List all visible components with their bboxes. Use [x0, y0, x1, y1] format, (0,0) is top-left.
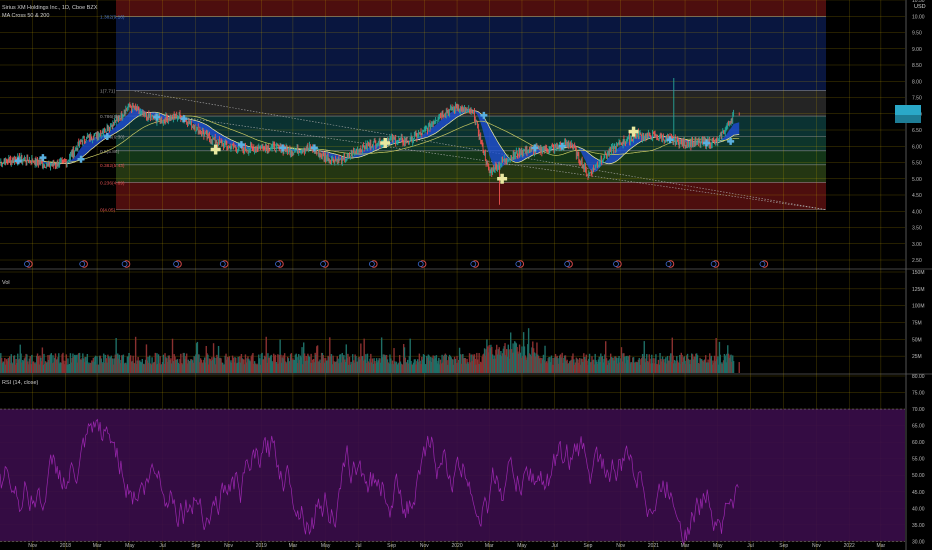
- y-tick-label: 4.50: [912, 193, 922, 199]
- x-tick-label: May: [713, 543, 723, 549]
- currency-label: USD: [914, 4, 926, 10]
- y-tick-label: 5.00: [912, 177, 922, 183]
- x-tick-label: Sep: [779, 543, 788, 549]
- x-tick-label: Nov: [616, 543, 625, 549]
- y-tick-label: 8.50: [912, 63, 922, 69]
- last-price-tag: [895, 105, 921, 115]
- vol-tick-label: 150M: [912, 270, 925, 276]
- vol-tick-label: 125M: [912, 287, 925, 293]
- dividend-marker: [613, 261, 619, 267]
- y-tick-label: 5.50: [912, 161, 922, 167]
- rsi-tick-label: 40.00: [912, 506, 925, 512]
- x-tick-label: Nov: [224, 543, 233, 549]
- fib-zone: [116, 150, 826, 165]
- rsi-tick-label: 30.00: [912, 539, 925, 545]
- vol-tick-label: 75M: [912, 321, 922, 327]
- x-tick-label: May: [125, 543, 135, 549]
- x-tick-label: Sep: [387, 543, 396, 549]
- dividend-marker: [79, 261, 86, 267]
- y-tick-label: 9.50: [912, 31, 922, 37]
- rsi-tick-label: 55.00: [912, 457, 925, 463]
- y-tick-label: 4.00: [912, 209, 922, 215]
- fib-level-label: 0(4.05): [100, 208, 116, 214]
- x-tick-label: May: [517, 543, 527, 549]
- rsi-pane: [0, 408, 905, 545]
- x-tick-label: Nov: [420, 543, 429, 549]
- y-tick-label: 3.50: [912, 226, 922, 232]
- rsi-tick-label: 65.00: [912, 424, 925, 430]
- rsi-tick-label: 45.00: [912, 490, 925, 496]
- fib-zone: [116, 16, 826, 91]
- dividend-marker: [369, 261, 375, 267]
- y-tick-label: 6.50: [912, 128, 922, 134]
- fib-level-label: 1.382(9.16): [100, 15, 125, 21]
- x-tick-label: Sep: [191, 543, 200, 549]
- vol-tick-label: 50M: [912, 337, 922, 343]
- fib-level-label: 0.382(5.43): [100, 163, 125, 169]
- x-tick-label: 2021: [648, 543, 659, 549]
- x-tick-label: Jul: [159, 543, 165, 549]
- x-tick-label: 2018: [60, 543, 71, 549]
- rsi-tick-label: 35.00: [912, 523, 925, 529]
- x-tick-label: Jul: [551, 543, 557, 549]
- x-tick-label: Mar: [877, 543, 886, 549]
- rsi-tick-label: 80.00: [912, 374, 925, 380]
- fib-level-label: 0.236(4.89): [100, 180, 125, 186]
- fib-zone: [116, 0, 826, 17]
- x-tick-label: Sep: [584, 543, 593, 549]
- symbol-title: Sirius XM Holdings Inc., 1D, Cboe BZX: [2, 5, 98, 11]
- x-tick-label: Mar: [681, 543, 690, 549]
- dividend-marker: [121, 261, 128, 267]
- x-tick-label: 2019: [256, 543, 267, 549]
- vol-tick-label: 100M: [912, 304, 925, 310]
- y-tick-label: 9.00: [912, 47, 922, 53]
- rsi-band: [0, 409, 905, 542]
- dividend-marker: [470, 261, 477, 267]
- fib-zone: [116, 182, 826, 210]
- rsi-tick-label: 50.00: [912, 473, 925, 479]
- x-tick-label: Jul: [355, 543, 361, 549]
- dividend-marker: [173, 261, 180, 267]
- fib-level-label: 1(7.71): [100, 89, 116, 95]
- dividend-marker: [710, 261, 717, 267]
- x-tick-label: Nov: [812, 543, 821, 549]
- y-tick-label: 7.50: [912, 96, 922, 102]
- dividend-marker: [275, 261, 281, 267]
- price-change-tag: [895, 115, 921, 123]
- dividend-marker: [515, 261, 522, 267]
- dividend-marker: [417, 261, 424, 267]
- x-tick-label: Nov: [28, 543, 37, 549]
- y-tick-label: 8.00: [912, 79, 922, 85]
- rsi-pane-label[interactable]: RSI (14, close): [2, 380, 38, 386]
- y-tick-label: 3.00: [912, 242, 922, 248]
- x-tick-label: Jul: [747, 543, 753, 549]
- dividend-marker: [219, 261, 226, 267]
- x-tick-label: May: [321, 543, 331, 549]
- dividend-marker: [320, 261, 326, 267]
- vol-tick-label: 25M: [912, 354, 922, 360]
- y-tick-label: 2.50: [912, 258, 922, 264]
- dividend-marker: [665, 261, 672, 267]
- fib-zone: [116, 164, 826, 183]
- rsi-tick-label: 70.00: [912, 407, 925, 413]
- x-tick-label: 2020: [451, 543, 462, 549]
- x-tick-label: Mar: [485, 543, 494, 549]
- x-tick-label: 2022: [844, 543, 855, 549]
- indicator-title[interactable]: MA Cross 50 & 200: [2, 13, 49, 19]
- rsi-tick-label: 75.00: [912, 391, 925, 397]
- rsi-tick-label: 60.00: [912, 440, 925, 446]
- y-tick-label: 10.00: [912, 14, 925, 20]
- dividend-marker: [24, 261, 30, 267]
- volume-pane-label[interactable]: Vol: [2, 280, 10, 286]
- x-tick-label: Mar: [289, 543, 298, 549]
- chart-canvas[interactable]: 1.382(9.16)1(7.71)0.786(6.93)0.618(6.30)…: [0, 0, 932, 550]
- dividend-marker: [759, 261, 766, 267]
- dividend-marker: [564, 261, 571, 267]
- x-tick-label: Mar: [93, 543, 102, 549]
- y-tick-label: 6.00: [912, 144, 922, 150]
